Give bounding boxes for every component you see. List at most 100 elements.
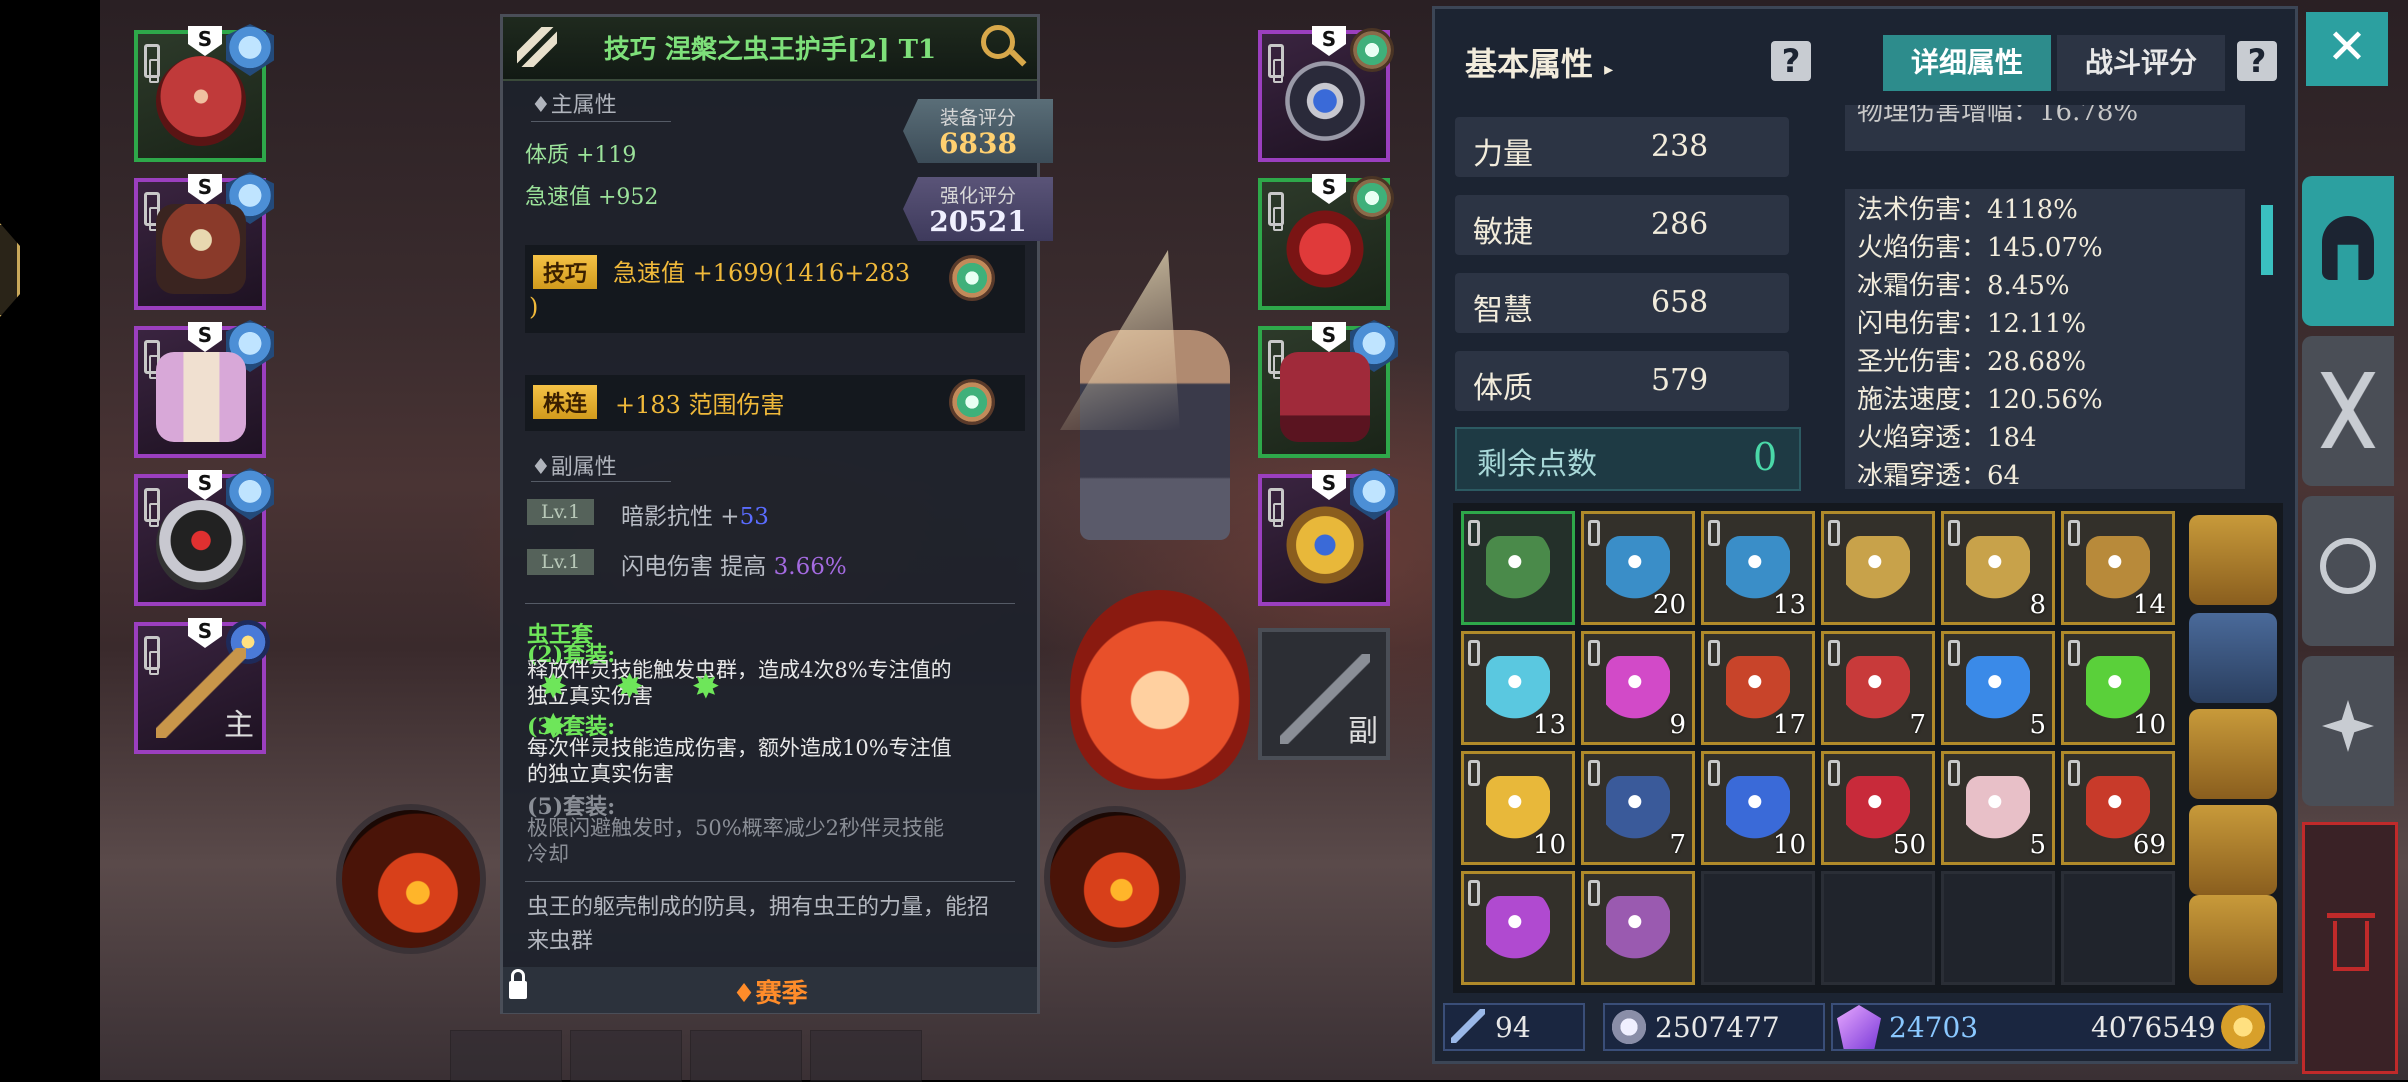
currency-crystal-value: 24703 <box>1889 1011 1979 1044</box>
lock-chain-icon <box>144 488 160 527</box>
helmet-icon <box>2322 216 2374 280</box>
season-label: ♦赛季 <box>732 979 808 1009</box>
gold-coin-icon <box>2221 1005 2265 1049</box>
lock-chain-icon <box>1948 520 1960 546</box>
close-button[interactable]: ✕ <box>2306 12 2388 86</box>
inventory-item[interactable]: 10 <box>1461 751 1575 865</box>
equip-slot-amulet[interactable]: S <box>1258 26 1394 162</box>
inventory-item[interactable]: 9 <box>1581 631 1695 745</box>
bag-icon[interactable] <box>2189 895 2277 985</box>
inventory-empty-slot[interactable] <box>2061 871 2175 985</box>
equip-slot-shoulder[interactable]: S <box>134 172 274 310</box>
inventory-item[interactable] <box>1821 511 1935 625</box>
trash-button[interactable] <box>2302 822 2398 1074</box>
equip-slot-gloves[interactable]: S <box>1258 174 1394 310</box>
tab-detailed-attributes[interactable]: 详细属性 <box>1883 35 2051 91</box>
inventory-empty-slot[interactable] <box>1701 871 1815 985</box>
item-quantity: 50 <box>1892 830 1926 860</box>
detail-attributes-list[interactable]: 法术伤害：4118% 火焰伤害：145.07% 冰霜伤害：8.45% 闪电伤害：… <box>1845 189 2245 489</box>
lock-chain-icon <box>1268 192 1284 231</box>
detail-scrollbar[interactable] <box>2261 205 2273 275</box>
red-boots-icon <box>1280 352 1370 442</box>
inventory-item[interactable]: 13 <box>1461 631 1575 745</box>
bag-icon[interactable] <box>2189 613 2277 703</box>
inventory-item[interactable] <box>1461 871 1575 985</box>
currency-silver: 2507477 <box>1603 1003 1825 1051</box>
item-quantity: 13 <box>1772 590 1806 620</box>
detail-line: 冰霜伤害：8.45% <box>1857 271 2070 301</box>
inventory-item[interactable]: 69 <box>2061 751 2175 865</box>
lock-chain-icon <box>1468 760 1480 786</box>
equip-slot-weapon-main[interactable]: S 主 <box>134 618 270 754</box>
bag-icon[interactable] <box>2189 515 2277 605</box>
lock-chain-icon <box>1708 520 1720 546</box>
fire-fist-skill-button[interactable] <box>1044 806 1186 948</box>
inventory-item[interactable] <box>1581 871 1695 985</box>
fire-meteor-skill-button[interactable] <box>336 804 486 954</box>
equip-slot-chest[interactable]: S <box>134 320 274 458</box>
inventory-item[interactable]: 10 <box>1701 751 1815 865</box>
inventory-item[interactable]: 5 <box>1941 751 2055 865</box>
inventory-item[interactable]: 14 <box>2061 511 2175 625</box>
currency-scrolls-value: 94 <box>1495 1011 1531 1044</box>
help-button-detail[interactable]: ? <box>2237 41 2277 81</box>
inventory-item[interactable]: 10 <box>2061 631 2175 745</box>
lock-chain-icon <box>1468 880 1480 906</box>
seal-rank-icon <box>1350 28 1394 72</box>
sub-stat-lightning-dmg: 闪电伤害 提高 3.66% <box>621 554 847 580</box>
equip-slot-boots[interactable]: S <box>1258 320 1398 458</box>
enhance-score-value: 20521 <box>929 205 1027 238</box>
equip-slot-ring-2[interactable]: S <box>1258 468 1398 606</box>
inventory-item[interactable]: 7 <box>1581 751 1695 865</box>
sub-stat-shadow-res: 暗影抗性 +53 <box>621 504 769 530</box>
item-quantity: 10 <box>1772 830 1806 860</box>
divider <box>525 603 1015 604</box>
attribute-value: 238 <box>1651 129 1709 164</box>
item-quantity: 20 <box>1652 590 1686 620</box>
inventory-item[interactable]: 7 <box>1821 631 1935 745</box>
light-wing-effect <box>1060 250 1180 430</box>
affix-text-haste: 急速值 +1699(1416+283 <box>613 259 911 287</box>
inventory-item[interactable]: 17 <box>1701 631 1815 745</box>
inventory-item[interactable]: 8 <box>1941 511 2055 625</box>
side-tab-crafting[interactable] <box>2302 336 2394 486</box>
side-tab-equipment[interactable] <box>2302 176 2394 326</box>
inventory-empty-slot[interactable] <box>1821 871 1935 985</box>
armored-shoulder-icon <box>156 204 246 294</box>
affix-row-skill: 技巧 急速值 +1699(1416+283 ) <box>525 245 1025 333</box>
gold-ring-icon <box>1280 500 1370 590</box>
affix-seal-icon <box>949 255 995 301</box>
detail-line: 法术伤害：4118% <box>1857 195 2078 225</box>
screen-left-edge <box>0 0 100 1080</box>
item-title: 技巧 涅槃之虫王护手[2] T1 <box>603 35 937 65</box>
bag-icon[interactable] <box>2189 709 2277 799</box>
side-tab-gems[interactable] <box>2302 496 2394 646</box>
attribute-row-constitution: 体质 579 <box>1455 351 1789 411</box>
item-quantity: 10 <box>1532 830 1566 860</box>
attribute-name: 智慧 <box>1473 293 1533 328</box>
currency-silver-value: 2507477 <box>1655 1011 1780 1044</box>
item-quantity: 8 <box>2029 590 2046 620</box>
pet-fire-fox <box>1070 590 1250 790</box>
tab-battle-score[interactable]: 战斗评分 <box>2057 35 2225 91</box>
stats-panel: 基本属性 ▸ ? 详细属性 战斗评分 ? 力量 238 敏捷 286 智慧 65… <box>1432 6 2298 1064</box>
item-quantity: 14 <box>2132 590 2166 620</box>
help-button-basic[interactable]: ? <box>1771 41 1811 81</box>
main-hand-label: 主 <box>224 708 254 743</box>
inventory-grid: 20 13 8 14 13 9 17 7 5 10 10 7 10 50 5 69 <box>1453 503 2183 993</box>
bag-icon[interactable] <box>2189 805 2277 895</box>
inventory-item[interactable] <box>1461 511 1575 625</box>
equip-slot-ring[interactable]: S <box>134 468 274 606</box>
equip-slot-helmet[interactable]: S <box>134 24 274 162</box>
inventory-item[interactable]: 50 <box>1821 751 1935 865</box>
grade-badge: S <box>1312 174 1346 204</box>
inventory-item[interactable]: 20 <box>1581 511 1695 625</box>
inventory-item[interactable]: 13 <box>1701 511 1815 625</box>
side-tab-skills[interactable] <box>2302 656 2394 806</box>
inventory-empty-slot[interactable] <box>1941 871 2055 985</box>
item-quantity: 7 <box>1909 710 1926 740</box>
bag-column <box>2183 503 2283 993</box>
equip-slot-offhand[interactable]: 副 <box>1258 628 1390 760</box>
inventory-item[interactable]: 5 <box>1941 631 2055 745</box>
lock-chain-icon <box>2068 640 2080 666</box>
